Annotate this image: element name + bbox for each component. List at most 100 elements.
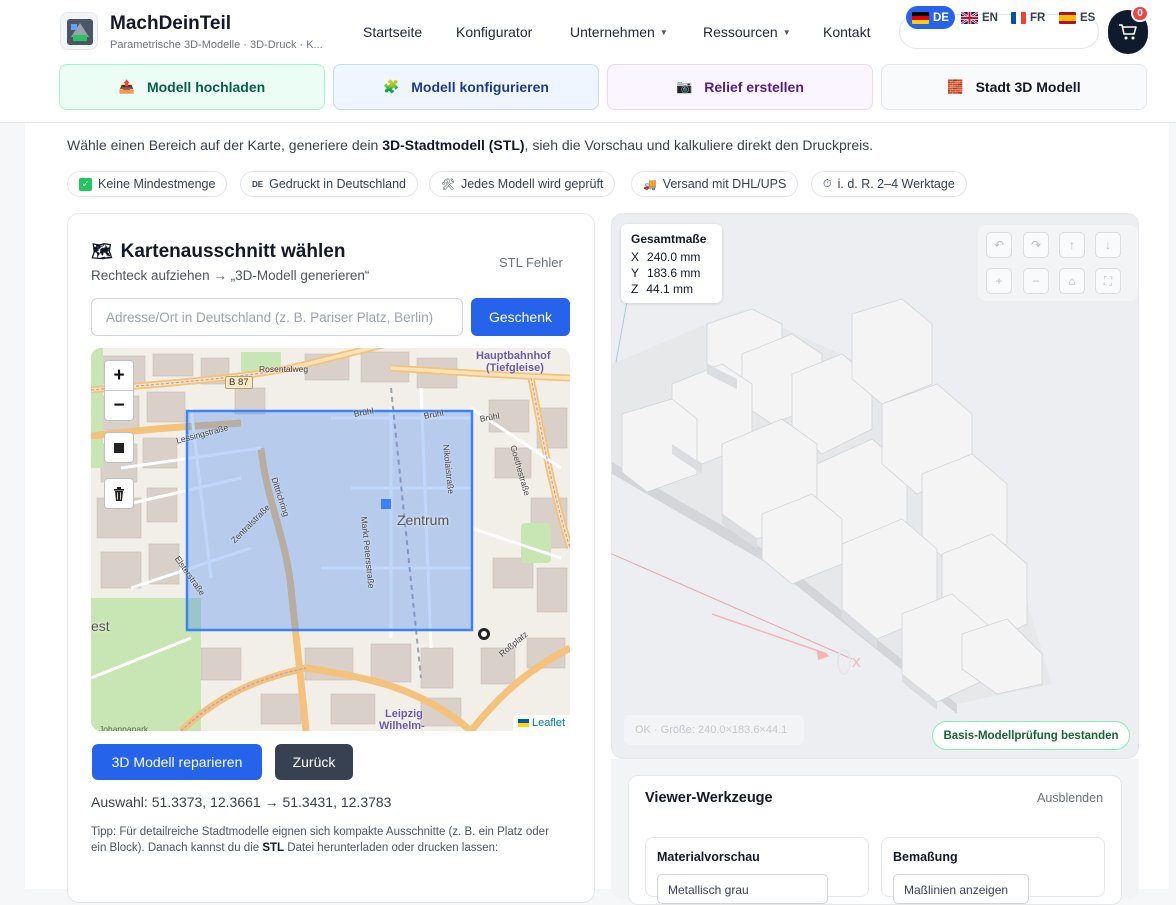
hide-tools-button[interactable]: Ausblenden	[1037, 791, 1103, 805]
brand-logo[interactable]	[60, 12, 98, 50]
zoom-in-button[interactable]: +	[105, 361, 133, 391]
tab-label: Modell hochladen	[146, 79, 266, 95]
lang-fr[interactable]: FR	[1005, 6, 1051, 29]
nav-kontakt[interactable]: Kontakt	[823, 24, 870, 40]
fullscreen-button[interactable]: ⛶	[1095, 268, 1121, 294]
map-label: Zentrum	[397, 512, 450, 528]
map-label: B 87	[225, 376, 253, 389]
nav-ressourcen[interactable]: Ressourcen ▼	[703, 24, 791, 40]
draw-rectangle-button[interactable]	[104, 432, 134, 463]
map-attribution[interactable]: Leaflet	[512, 715, 570, 731]
tip-bold: STL	[262, 842, 285, 854]
intro-before: Wähle einen Bereich auf der Karte, gener…	[67, 137, 383, 153]
dim-row-x: X 240.0 mm	[631, 249, 712, 265]
dim-value: 183.6 mm	[647, 266, 701, 280]
dimensions-panel: Gesamtmaße X 240.0 mm Y 183.6 mm Z 44.1 mm	[621, 224, 722, 303]
nav-startseite[interactable]: Startseite	[363, 24, 422, 40]
map-card-title: 🗺 Kartenausschnitt wählen	[91, 241, 345, 263]
lang-code: FR	[1030, 11, 1046, 24]
chip-made-in-germany: DE Gedruckt in Deutschland	[240, 171, 419, 197]
nav-konfigurator[interactable]: Konfigurator	[456, 24, 532, 40]
back-button[interactable]: Zurück	[275, 744, 353, 780]
move-up-button[interactable]: ↑	[1059, 232, 1085, 258]
tip-after: Datei herunterladen oder drucken lassen:	[284, 842, 499, 854]
check-icon: ✓	[79, 177, 92, 191]
chip-shipping: 🚚 Versand mit DHL/UPS	[631, 171, 799, 197]
stl-status: STL Fehler	[499, 255, 563, 270]
attribution-link[interactable]: Leaflet	[532, 717, 565, 729]
nav-unternehmen[interactable]: Unternehmen ▼	[570, 24, 668, 40]
card-title-text: Kartenausschnitt wählen	[120, 241, 346, 262]
map-label: Wilhelm-	[379, 720, 425, 731]
brand-name[interactable]: MachDeinTeil	[110, 13, 231, 35]
lang-code: DE	[933, 11, 949, 24]
upload-box-icon: 📤	[118, 79, 135, 94]
undo-button[interactable]: ↶	[986, 232, 1012, 258]
intro-text: Wähle einen Bereich auf der Karte, gener…	[67, 137, 873, 153]
tab-label: Relief erstellen	[704, 79, 804, 95]
selection-coordinates: Auswahl: 51.3373, 12.3661 → 51.3431, 12.…	[91, 794, 392, 810]
truck-icon: 🚚	[643, 178, 657, 191]
tip-text: Tipp: Für detailreiche Stadtmodelle eign…	[91, 824, 566, 856]
nav-label: Startseite	[363, 24, 423, 40]
chip-delivery-time: ⏱ i. d. R. 2–4 Werktage	[811, 171, 967, 197]
dimension-lines-toggle[interactable]: Maßlinien anzeigen	[893, 874, 1029, 904]
lang-es[interactable]: ES	[1053, 6, 1101, 29]
tab-relief-erstellen[interactable]: 📷 Relief erstellen	[607, 64, 873, 110]
repair-model-button[interactable]: 3D Modell reparieren	[92, 744, 262, 780]
nav-label: Kontakt	[823, 24, 871, 40]
material-select[interactable]: Metallisch grau	[657, 874, 828, 904]
lang-de[interactable]: DE	[906, 6, 955, 29]
tab-stadt-3d-modell[interactable]: 🧱 Stadt 3D Modell	[881, 64, 1147, 110]
gift-button[interactable]: Geschenk	[471, 298, 570, 336]
map-icon: 🗺	[91, 242, 113, 261]
chip-label: Jedes Modell wird geprüft	[460, 177, 604, 191]
map-label: est	[91, 618, 110, 634]
square-icon	[114, 442, 124, 453]
tab-label: Modell konfigurieren	[411, 79, 549, 95]
uk-flag-icon	[961, 11, 978, 24]
map-label: Rosentalweg	[259, 364, 309, 374]
dim-axis: X	[631, 250, 640, 264]
ukraine-flag-icon	[517, 719, 529, 727]
dims-title: Gesamtmaße	[631, 232, 707, 246]
lang-en[interactable]: EN	[955, 6, 1004, 29]
material-preview-title: Materialvorschau	[657, 850, 760, 864]
chip-label: Gedruckt in Deutschland	[269, 177, 407, 191]
caret-down-icon: ▼	[659, 27, 668, 37]
zoom-out-button[interactable]: −	[105, 391, 133, 421]
viewer-status: OK · Größe: 240.0×183.6×44.1	[624, 715, 804, 745]
lang-code: ES	[1080, 11, 1096, 24]
intro-after: , sieh die Vorschau und kalkuliere direk…	[524, 137, 874, 153]
zoom-in-button[interactable]: +	[986, 268, 1012, 294]
tab-modell-konfigurieren[interactable]: 🧩 Modell konfigurieren	[333, 64, 599, 110]
dim-axis: Y	[631, 266, 640, 280]
dim-value: 240.0 mm	[647, 250, 701, 264]
chip-min-quantity: ✓ Keine Mindestmenge	[67, 171, 228, 197]
cart-icon	[1119, 24, 1137, 40]
map-view[interactable]: Hauptbahnhof (Tiefgleise) Rosentalweg B 87 B…	[91, 348, 570, 731]
chip-label: i. d. R. 2–4 Werktage	[837, 177, 955, 191]
dim-axis: Z	[631, 282, 639, 296]
camera-icon: 📷	[676, 79, 693, 94]
tab-label: Stadt 3D Modell	[975, 79, 1081, 95]
dim-value: 44.1 mm	[646, 282, 694, 296]
zoom-out-button[interactable]: −	[1023, 268, 1049, 294]
spain-flag-icon	[1059, 11, 1076, 24]
stopwatch-icon: ⏱	[823, 177, 832, 190]
france-flag-icon	[1011, 11, 1026, 24]
brand-tagline: Parametrische 3D-Modelle · 3D-Druck · K.…	[110, 39, 323, 51]
map-card-subtitle: Rechteck aufziehen → „3D-Modell generier…	[91, 268, 370, 283]
home-button[interactable]: ⌂	[1059, 268, 1085, 294]
address-search-input[interactable]	[91, 298, 463, 336]
redo-button[interactable]: ↷	[1023, 232, 1049, 258]
delete-shape-button[interactable]	[104, 478, 134, 509]
map-label: Johannapark	[99, 724, 149, 731]
puzzle-icon: 🧩	[383, 79, 400, 94]
nav-label: Konfigurator	[456, 24, 533, 40]
tab-modell-hochladen[interactable]: 📤 Modell hochladen	[59, 64, 325, 110]
map-label: (Tiefgleise)	[486, 362, 544, 374]
germany-flag-icon	[912, 11, 929, 24]
move-down-button[interactable]: ↓	[1095, 232, 1121, 258]
chip-model-check: 🛠 Jedes Modell wird geprüft	[429, 171, 616, 197]
